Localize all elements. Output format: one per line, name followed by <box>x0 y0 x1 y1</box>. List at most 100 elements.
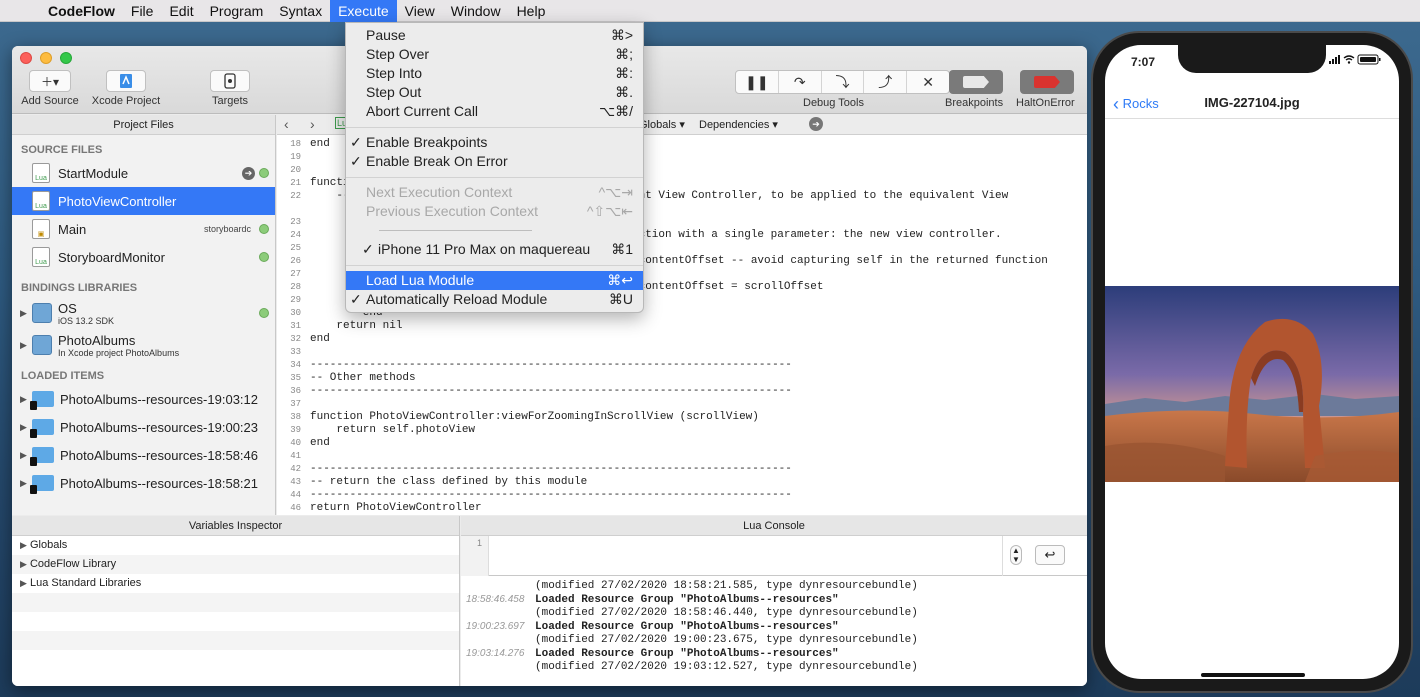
variables-row[interactable]: ▶ Globals <box>12 536 459 555</box>
locked-folder-icon <box>30 447 54 466</box>
binding-name: OS <box>58 300 77 316</box>
code-line: 29 <box>290 295 301 305</box>
binding-subtitle: In Xcode project PhotoAlbums <box>58 347 180 358</box>
debug-tools-group: ❚❚ ↷ ⤵ ⤴ ✕ <box>735 70 950 94</box>
locked-folder-icon <box>30 475 54 494</box>
globals-popup[interactable]: Globals ▾ <box>639 118 685 131</box>
source-file-name: Main <box>58 221 87 237</box>
code-line: 39 return self.photoView <box>290 424 476 436</box>
log-line: 19:00:23.697 Loaded Resource Group "Photo… <box>466 621 839 633</box>
disclosure-triangle-icon[interactable]: ▶ <box>20 578 27 588</box>
source-file-item[interactable]: Lua StoryboardMonitor <box>12 243 275 271</box>
navigate-arrow-icon[interactable]: ➔ <box>809 117 823 131</box>
menu-item-pause[interactable]: Pause ⌘> <box>346 26 643 45</box>
disclosure-triangle-icon[interactable]: ▶ <box>20 308 32 319</box>
step-out-icon[interactable]: ⤴ <box>864 71 908 93</box>
code-line: 36 --------------------------------------… <box>290 385 792 397</box>
xcode-project-button[interactable]: Xcode Project <box>88 70 164 107</box>
source-file-item[interactable]: Lua StartModule ➔ <box>12 159 275 187</box>
code-line: 41 <box>290 451 301 461</box>
disclosure-triangle-icon[interactable]: ▶ <box>20 340 32 351</box>
log-line: (modified 27/02/2020 18:58:46.440, type … <box>535 607 918 619</box>
nav-back-icon[interactable]: ‹ <box>284 116 289 132</box>
minimize-window-button[interactable] <box>40 52 52 64</box>
abort-icon[interactable]: ✕ <box>907 71 949 93</box>
step-over-icon[interactable]: ↷ <box>779 71 822 93</box>
binding-item[interactable]: ▶ OS iOS 13.2 SDK <box>12 297 275 329</box>
menu-syntax[interactable]: Syntax <box>271 0 330 22</box>
loaded-item[interactable]: ▶ PhotoAlbums--resources-19:00:23 <box>12 413 275 441</box>
menu-edit[interactable]: Edit <box>161 0 201 22</box>
loaded-item[interactable]: ▶ PhotoAlbums--resources-19:03:12 <box>12 385 275 413</box>
log-line: 19:03:14.276 Loaded Resource Group "Photo… <box>466 648 839 660</box>
nav-forward-icon[interactable]: › <box>310 116 315 132</box>
xcode-project-icon <box>106 70 146 92</box>
source-file-name: StoryboardMonitor <box>58 249 165 265</box>
lua-file-icon: Lua <box>32 191 50 211</box>
rock-arch-photo <box>1105 286 1399 482</box>
menu-item-step-over[interactable]: Step Over ⌘; <box>346 45 643 64</box>
step-into-icon[interactable]: ⤵ <box>822 71 865 93</box>
code-line: 25 <box>290 243 301 253</box>
menu-program[interactable]: Program <box>202 0 272 22</box>
pause-icon[interactable]: ❚❚ <box>736 71 779 93</box>
menu-item-load-lua-module[interactable]: Load Lua Module ⌘↩ <box>346 271 643 290</box>
menu-window[interactable]: Window <box>443 0 509 22</box>
menu-item-step-into[interactable]: Step Into ⌘: <box>346 64 643 83</box>
menu-app-name[interactable]: CodeFlow <box>40 0 123 22</box>
source-file-item-selected[interactable]: Lua PhotoViewController <box>12 187 275 215</box>
locked-folder-icon <box>30 391 54 410</box>
code-line: 22 -- ent View Controller, to be applied … <box>290 190 1009 202</box>
targets-button[interactable]: Targets <box>204 70 256 107</box>
halt-on-error-icon <box>1034 76 1060 88</box>
zoom-window-button[interactable] <box>60 52 72 64</box>
variables-inspector: Variables Inspector ▶ Globals ▶ CodeFlow… <box>12 516 460 686</box>
code-line: 26 .contentOffset -- avoid capturing self… <box>290 255 1048 267</box>
console-line-number: 1 <box>461 536 489 576</box>
console-input-area[interactable]: 1 ▲ ▼ ↩ <box>461 536 1087 576</box>
breakpoints-button[interactable] <box>949 70 1003 94</box>
source-file-item[interactable]: ▣ Main storyboardc <box>12 215 275 243</box>
code-line: 31 return nil <box>290 320 403 332</box>
menu-separator <box>346 127 643 128</box>
loaded-item[interactable]: ▶ PhotoAlbums--resources-18:58:21 <box>12 469 275 497</box>
menu-item-automatically-reload-module[interactable]: ✓ Automatically Reload Module ⌘U <box>346 290 643 309</box>
variables-row[interactable]: ▶ CodeFlow Library <box>12 555 459 574</box>
xcode-project-label: Xcode Project <box>91 95 161 107</box>
menu-item-next-execution-context: Next Execution Context ^⌥⇥ <box>366 184 633 200</box>
loaded-item[interactable]: ▶ PhotoAlbums--resources-18:58:46 <box>12 441 275 469</box>
home-indicator[interactable] <box>1201 673 1305 677</box>
disclosure-triangle-icon[interactable]: ▶ <box>20 540 27 550</box>
binding-name: PhotoAlbums <box>58 332 136 348</box>
bindings-header: BINDINGS LIBRARIES <box>21 282 138 294</box>
add-source-button[interactable]: ＋▾ Add Source <box>18 70 82 107</box>
disclosure-triangle-icon[interactable]: ▶ <box>20 559 27 569</box>
source-files-header: SOURCE FILES <box>21 144 103 156</box>
code-line: 38 function PhotoViewController:viewForZo… <box>290 411 759 423</box>
lua-console: Lua Console 1 ▲ ▼ ↩ (modified 27/02/2020 … <box>461 516 1087 686</box>
close-window-button[interactable] <box>20 52 32 64</box>
lua-file-icon: Lua <box>32 163 50 183</box>
binding-item[interactable]: ▶ PhotoAlbums In Xcode project PhotoAlbu… <box>12 329 275 361</box>
menu-item-execution-target[interactable]: ✓ iPhone 11 Pro Max on maquereau ⌘1 <box>346 240 643 259</box>
breakpoint-icon <box>963 76 989 88</box>
menu-execute[interactable]: Execute <box>330 0 397 22</box>
loaded-item-name: PhotoAlbums--resources-18:58:21 <box>60 475 258 491</box>
menu-view[interactable]: View <box>397 0 443 22</box>
menu-item-enable-break-on-error[interactable]: ✓ Enable Break On Error <box>346 152 643 171</box>
targets-label: Targets <box>211 95 249 107</box>
menu-item-enable-breakpoints[interactable]: ✓ Enable Breakpoints <box>346 133 643 152</box>
menu-help[interactable]: Help <box>509 0 554 22</box>
history-stepper-icon[interactable]: ▲ ▼ <box>1010 545 1022 565</box>
menu-item-abort-current-call[interactable]: Abort Current Call ⌥⌘/ <box>346 102 643 121</box>
menu-item-step-out[interactable]: Step Out ⌘. <box>346 83 643 102</box>
menu-file[interactable]: File <box>123 0 162 22</box>
halt-on-error-button[interactable] <box>1020 70 1074 94</box>
dependencies-popup[interactable]: Dependencies ▾ <box>699 118 778 131</box>
execute-return-button[interactable]: ↩ <box>1035 545 1065 565</box>
variables-row[interactable]: ▶ Lua Standard Libraries <box>12 574 459 593</box>
locked-folder-icon <box>30 419 54 438</box>
source-file-name: PhotoViewController <box>58 193 177 209</box>
run-arrow-icon[interactable]: ➔ <box>242 166 255 180</box>
code-line: 20 <box>290 165 301 175</box>
